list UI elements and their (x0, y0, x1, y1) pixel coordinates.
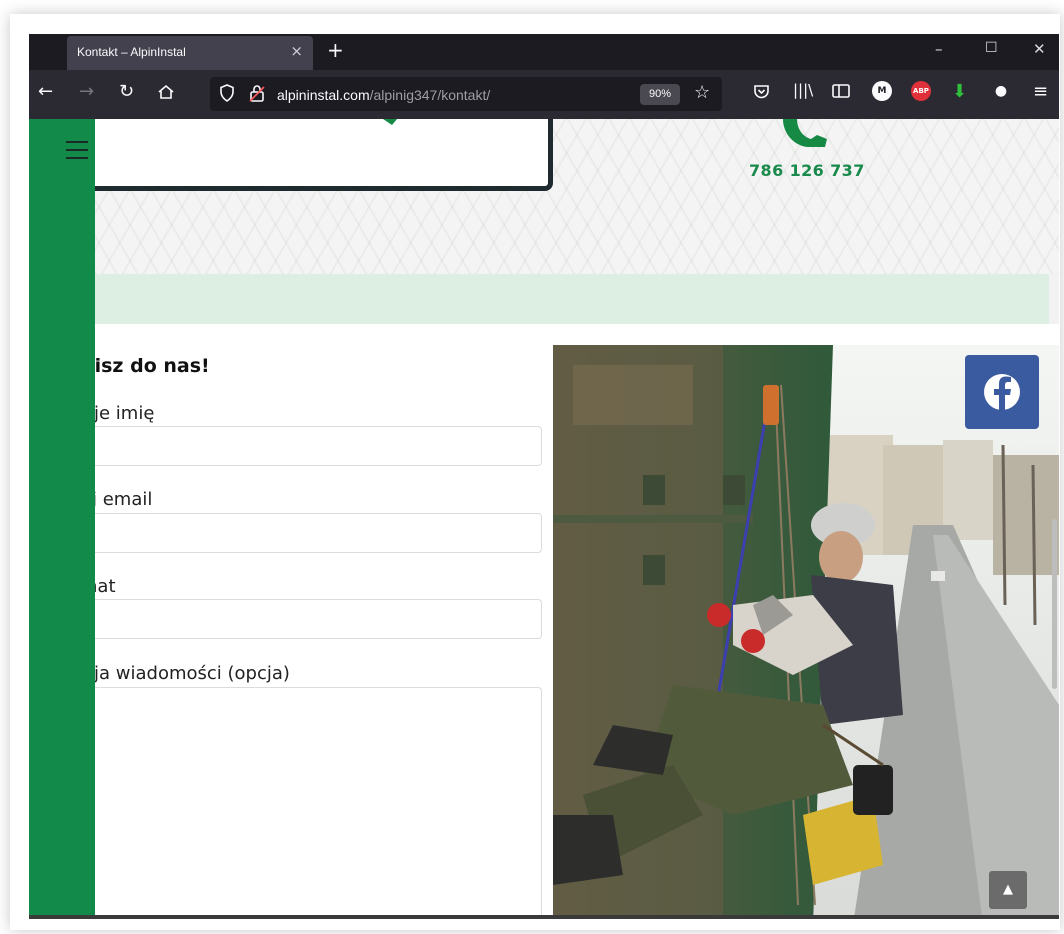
minimize-button[interactable]: – (935, 40, 943, 58)
hamburger-line (66, 141, 88, 143)
pocket-icon[interactable] (753, 83, 770, 104)
phone-number[interactable]: 786 126 737 (749, 161, 865, 180)
email-field[interactable] (95, 513, 542, 553)
phone-icon (783, 119, 827, 147)
reload-icon[interactable]: ↻ (119, 83, 134, 101)
message-label: oja wiadomości (opcja) (83, 663, 290, 684)
logo-mountain-icon (383, 119, 398, 125)
menu-icon[interactable]: ≡ (1033, 83, 1048, 101)
form-heading: bisz do nas! (81, 355, 210, 377)
zoom-level-badge[interactable]: 90% (640, 84, 680, 105)
tab-active[interactable]: Kontakt – AlpinInstal × (67, 36, 313, 70)
home-icon[interactable] (157, 83, 175, 105)
adblock-icon[interactable]: ABP (911, 81, 931, 101)
download-icon[interactable]: ⬇ (952, 83, 967, 101)
contact-section: bisz do nas! oje imię ój email nat oja w… (81, 324, 1059, 919)
close-window-button[interactable]: ✕ (1033, 40, 1046, 58)
lock-icon[interactable] (249, 84, 265, 106)
facebook-button[interactable] (965, 355, 1039, 429)
url-text[interactable]: alpininstal.com/alpinig347/kontakt/ (277, 87, 490, 103)
facebook-icon (984, 374, 1020, 410)
maximize-button[interactable]: ☐ (985, 40, 998, 56)
shield-icon[interactable] (219, 84, 235, 106)
back-icon[interactable]: ← (38, 83, 53, 101)
navigation-toolbar: ← → ↻ alpininstal.com/alpinig347/kontakt… (29, 70, 1059, 119)
name-field[interactable] (95, 426, 542, 466)
hamburger-line (66, 157, 88, 159)
extension-icon[interactable]: ● (991, 81, 1011, 101)
library-icon[interactable]: |||\ (793, 83, 813, 98)
tab-bar: Kontakt – AlpinInstal × + – ☐ ✕ (29, 34, 1059, 70)
hamburger-line (66, 149, 88, 151)
star-icon[interactable]: ☆ (694, 82, 710, 103)
forward-icon[interactable]: → (79, 83, 94, 101)
rope-access-worker-photo (553, 345, 1059, 919)
tab-close-icon[interactable]: × (290, 42, 303, 60)
left-sidebar (29, 119, 95, 919)
url-host: alpininstal.com (277, 87, 370, 103)
arrow-up-icon: ▲ (1003, 882, 1013, 897)
hamburger-icon[interactable] (66, 141, 88, 165)
browser-window: Kontakt – AlpinInstal × + – ☐ ✕ ← → ↻ al… (29, 34, 1059, 919)
extension-m-icon[interactable]: M (872, 81, 892, 101)
web-page: 786 126 737 bisz do nas! oje imię ój ema… (29, 119, 1059, 919)
scroll-to-top-button[interactable]: ▲ (989, 871, 1027, 909)
sidebar-icon[interactable] (832, 83, 850, 103)
url-path: /alpinig347/kontakt/ (369, 87, 491, 103)
green-band (95, 274, 1049, 324)
horizontal-scrollbar[interactable] (29, 915, 1059, 919)
tab-title: Kontakt – AlpinInstal (77, 45, 186, 59)
logo-card[interactable] (75, 119, 553, 191)
subject-field[interactable] (95, 599, 542, 639)
address-bar[interactable]: alpininstal.com/alpinig347/kontakt/ 90% … (210, 77, 722, 111)
vertical-scrollbar[interactable] (1052, 519, 1057, 689)
message-textarea[interactable] (95, 687, 542, 919)
new-tab-button[interactable]: + (327, 38, 344, 62)
